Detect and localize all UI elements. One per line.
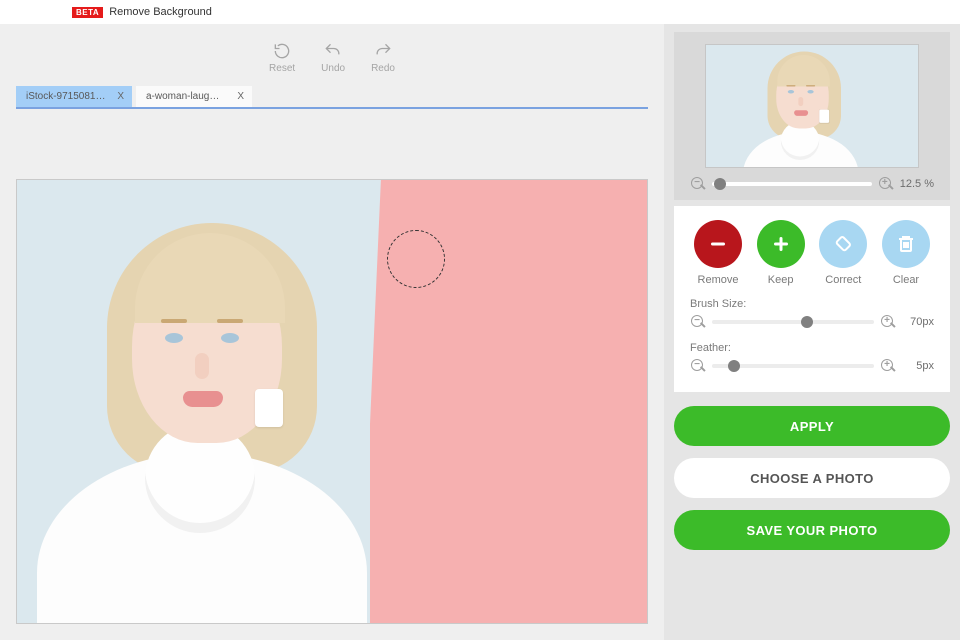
save-label: SAVE YOUR PHOTO bbox=[747, 523, 878, 538]
zoom-out-icon[interactable]: − bbox=[690, 176, 706, 192]
reset-icon bbox=[272, 41, 292, 61]
brush-size-control: Brush Size: − + 70px bbox=[690, 298, 934, 330]
apply-label: APPLY bbox=[790, 419, 834, 434]
brush-size-label: Brush Size: bbox=[690, 298, 934, 310]
correct-label: Correct bbox=[825, 274, 861, 286]
preview-panel: − + 12.5 % bbox=[674, 32, 950, 200]
minus-icon bbox=[694, 220, 742, 268]
brush-size-plus-icon[interactable]: + bbox=[880, 314, 896, 330]
beta-badge: BETA bbox=[72, 7, 103, 18]
reset-button[interactable]: Reset bbox=[269, 41, 295, 74]
brush-cursor bbox=[387, 230, 445, 288]
feather-plus-icon[interactable]: + bbox=[880, 358, 896, 374]
keep-tool[interactable]: Keep bbox=[753, 220, 809, 286]
brush-size-value: 70px bbox=[902, 316, 934, 328]
redo-button[interactable]: Redo bbox=[371, 41, 395, 74]
zoom-in-icon[interactable]: + bbox=[878, 176, 894, 192]
tools-panel: Remove Keep bbox=[674, 206, 950, 392]
app-header: BETA Remove Background bbox=[0, 0, 960, 24]
remove-label: Remove bbox=[698, 274, 739, 286]
body: Reset Undo Redo bbox=[0, 24, 960, 640]
apply-button[interactable]: APPLY bbox=[674, 406, 950, 446]
clear-label: Clear bbox=[893, 274, 919, 286]
canvas-image bbox=[17, 180, 647, 623]
image-tabbar: iStock-9715081… X a-woman-laug… X bbox=[16, 86, 648, 109]
tab-close-icon[interactable]: X bbox=[117, 91, 124, 102]
tab-label: iStock-9715081… bbox=[26, 91, 106, 102]
undo-icon bbox=[323, 41, 343, 61]
redo-icon bbox=[373, 41, 393, 61]
brush-size-minus-icon[interactable]: − bbox=[690, 314, 706, 330]
choose-photo-button[interactable]: CHOOSE A PHOTO bbox=[674, 458, 950, 498]
brush-size-slider[interactable] bbox=[712, 320, 874, 324]
action-buttons: APPLY CHOOSE A PHOTO SAVE YOUR PHOTO bbox=[664, 398, 960, 550]
feather-label: Feather: bbox=[690, 342, 934, 354]
zoom-slider[interactable] bbox=[712, 182, 872, 186]
sidebar: − + 12.5 % Remove bbox=[664, 24, 960, 640]
remove-tool[interactable]: Remove bbox=[690, 220, 746, 286]
redo-label: Redo bbox=[371, 63, 395, 74]
feather-control: Feather: − + 5px bbox=[690, 342, 934, 374]
reset-label: Reset bbox=[269, 63, 295, 74]
choose-label: CHOOSE A PHOTO bbox=[750, 471, 874, 486]
feather-value: 5px bbox=[902, 360, 934, 372]
plus-icon bbox=[757, 220, 805, 268]
tab-label: a-woman-laug… bbox=[146, 91, 219, 102]
undo-label: Undo bbox=[321, 63, 345, 74]
tab-close-icon[interactable]: X bbox=[237, 91, 244, 102]
save-photo-button[interactable]: SAVE YOUR PHOTO bbox=[674, 510, 950, 550]
clear-tool[interactable]: Clear bbox=[878, 220, 934, 286]
feather-slider[interactable] bbox=[712, 364, 874, 368]
feather-minus-icon[interactable]: − bbox=[690, 358, 706, 374]
trash-icon bbox=[882, 220, 930, 268]
tab-image-1[interactable]: iStock-9715081… X bbox=[16, 86, 132, 107]
keep-label: Keep bbox=[768, 274, 794, 286]
undo-button[interactable]: Undo bbox=[321, 41, 345, 74]
preview-thumbnail[interactable] bbox=[705, 44, 919, 168]
eraser-icon bbox=[819, 220, 867, 268]
correct-tool[interactable]: Correct bbox=[815, 220, 871, 286]
app-root: BETA Remove Background Reset bbox=[0, 0, 960, 640]
tab-image-2[interactable]: a-woman-laug… X bbox=[136, 86, 252, 107]
editor-pane: Reset Undo Redo bbox=[0, 24, 664, 640]
zoom-control: − + 12.5 % bbox=[686, 176, 938, 192]
canvas[interactable] bbox=[16, 179, 648, 624]
zoom-value: 12.5 % bbox=[900, 178, 934, 190]
history-toolbar: Reset Undo Redo bbox=[16, 24, 648, 84]
page-title: Remove Background bbox=[109, 6, 212, 18]
